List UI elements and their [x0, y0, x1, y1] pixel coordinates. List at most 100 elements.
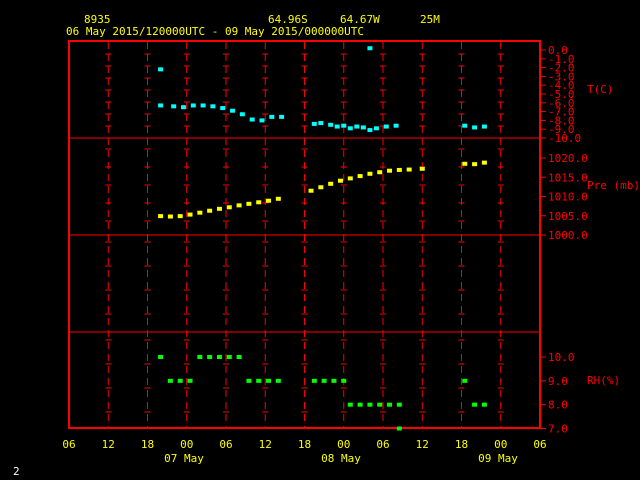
data-point [360, 125, 366, 130]
time-range: 06 May 2015/120000UTC - 09 May 2015/0000… [66, 25, 364, 38]
data-point [337, 178, 343, 183]
data-point [308, 188, 314, 193]
data-point [357, 402, 363, 407]
data-point [239, 112, 245, 117]
data-point [167, 378, 173, 383]
data-point [200, 103, 206, 108]
data-point [259, 118, 265, 123]
data-points [158, 46, 487, 431]
data-point [367, 46, 373, 51]
data-point [406, 167, 412, 172]
data-point [256, 200, 262, 205]
data-point [373, 126, 379, 131]
y-tick-label: 9.0 [548, 375, 568, 388]
data-point [383, 124, 389, 129]
y-tick-label: 7.0 [548, 423, 568, 436]
data-point [472, 162, 478, 167]
data-point [190, 103, 196, 108]
data-point [279, 114, 285, 119]
x-tick-label: 00 [494, 438, 507, 451]
data-point [472, 402, 478, 407]
data-point [347, 126, 353, 131]
x-tick-label: 06 [376, 438, 389, 451]
data-point [341, 378, 347, 383]
y-tick-label: 1000.0 [548, 229, 588, 242]
x-tick-label: 12 [102, 438, 115, 451]
data-point [187, 378, 193, 383]
x-tick-label: 12 [416, 438, 429, 451]
data-point [318, 121, 324, 126]
x-tick-label: 00 [337, 438, 350, 451]
y-tick-label: 1010.0 [548, 191, 588, 204]
x-tick-label: 00 [180, 438, 193, 451]
series-label: Pre (mb) [587, 179, 640, 192]
x-tick-label: 12 [259, 438, 272, 451]
data-point [230, 108, 236, 113]
station-elev: 25M [420, 13, 440, 26]
x-tick-label: 18 [298, 438, 311, 451]
data-point [177, 378, 183, 383]
data-point [311, 121, 317, 126]
data-point [197, 355, 203, 359]
data-point [462, 378, 468, 383]
data-point [377, 170, 383, 175]
date-label: 08 May [321, 452, 361, 465]
data-point [246, 201, 252, 206]
y-tick-label: 10.0 [548, 351, 575, 364]
x-axis-labels: 06 12 18 00 06 12 18 00 06 12 18 00 06 07 May 08 May 09… [62, 438, 546, 465]
y-tick-label: -10.0 [548, 132, 581, 145]
data-point [328, 181, 334, 186]
data-point [210, 104, 216, 109]
data-point [207, 355, 213, 359]
data-point [481, 402, 487, 407]
data-point [246, 378, 252, 383]
data-point [216, 206, 222, 211]
data-point [481, 160, 487, 165]
data-point [354, 124, 360, 129]
data-point [481, 124, 487, 129]
data-point [236, 355, 242, 359]
date-label: 09 May [478, 452, 518, 465]
data-point [396, 402, 402, 407]
data-point [334, 124, 340, 129]
data-point [462, 161, 468, 166]
data-point [387, 402, 393, 407]
data-point [331, 378, 337, 383]
data-point [266, 198, 272, 203]
data-point [462, 123, 468, 128]
x-tick-label: 06 [219, 438, 232, 451]
data-point [167, 214, 173, 219]
date-label: 07 May [164, 452, 204, 465]
data-point [187, 212, 193, 217]
data-point [275, 196, 281, 201]
data-point [177, 214, 183, 219]
data-point [158, 355, 164, 359]
data-point [341, 123, 347, 128]
data-point [266, 378, 272, 383]
y-tick-label: 1005.0 [548, 210, 588, 223]
data-point [393, 123, 399, 128]
data-point [180, 105, 186, 110]
data-point [158, 214, 164, 219]
data-point [249, 117, 255, 122]
y-axis-labels: 0.0-1.0-2.0-3.0-4.0-5.0-6.0-7.0-8.0-9.0-… [548, 44, 640, 436]
data-point [216, 355, 222, 359]
series-label: T(C) [587, 83, 614, 96]
data-point [472, 125, 478, 130]
data-point [367, 402, 373, 407]
data-point [311, 378, 317, 383]
data-point [318, 185, 324, 190]
data-point [387, 168, 393, 173]
data-point [377, 402, 383, 407]
x-tick-label: 06 [533, 438, 546, 451]
y-tick-label: 1015.0 [548, 171, 588, 184]
series-label: RH(%) [587, 374, 620, 387]
data-point [357, 174, 363, 179]
data-point [226, 355, 232, 359]
x-tick-label: 18 [141, 438, 154, 451]
data-point [396, 167, 402, 172]
data-point [347, 402, 353, 407]
surface-met-chart: 8935 64.96S 64.67W 25M 06 May 2015/12000… [13, 13, 640, 478]
data-point [419, 166, 425, 171]
data-point [236, 203, 242, 208]
